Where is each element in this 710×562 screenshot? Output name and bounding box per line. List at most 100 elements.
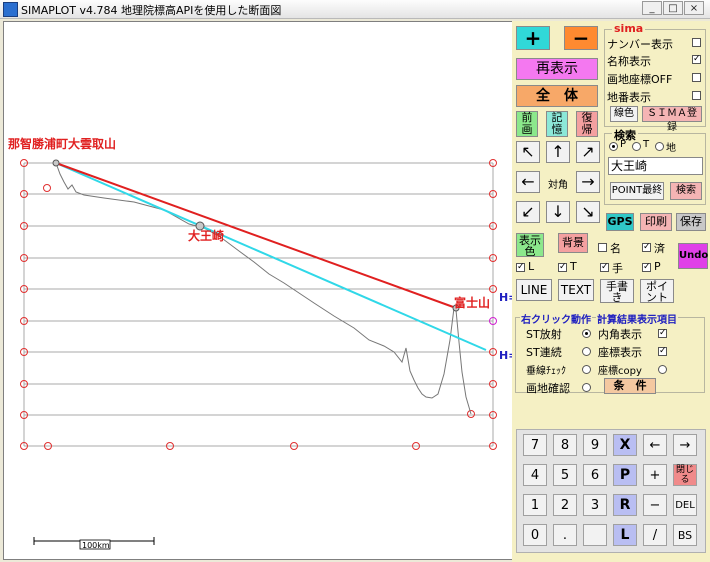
key-blank[interactable] (583, 524, 607, 546)
key-3[interactable]: 3 (583, 494, 607, 516)
pan-up-left-button[interactable]: ↖ (516, 141, 540, 163)
line-tool-button[interactable]: LINE (516, 279, 552, 301)
profile-svg: 那智勝浦町大雲取山 大王崎 富士山 H= H= 100km (8, 136, 513, 550)
search-radio-t[interactable] (632, 142, 641, 151)
key-plus[interactable]: + (643, 464, 667, 486)
layer-l-checkbox[interactable]: ✓ (516, 263, 525, 272)
pan-down-left-button[interactable]: ↙ (516, 201, 540, 223)
pan-down-button[interactable]: ↓ (546, 201, 570, 223)
app-icon (3, 2, 18, 17)
layer-name-checkbox[interactable] (598, 243, 607, 252)
point-last-button[interactable]: POINT最終 (610, 182, 664, 200)
h-marker-label-1: H= (499, 291, 513, 304)
key-left-arrow[interactable]: ← (643, 434, 667, 456)
key-close[interactable]: 閉じる (673, 464, 697, 486)
layer-label: 名 (610, 242, 621, 255)
pan-right-button[interactable]: → (576, 171, 600, 193)
maximize-button[interactable]: □ (663, 1, 683, 15)
undo-button[interactable]: Undo (678, 243, 708, 269)
layer-done-checkbox[interactable]: ✓ (642, 243, 651, 252)
key-minus[interactable]: − (643, 494, 667, 516)
key-8[interactable]: 8 (553, 434, 577, 456)
key-bs[interactable]: BS (673, 524, 697, 546)
rightclick-option-label: 画地確認 (526, 382, 570, 395)
key-dot[interactable]: . (553, 524, 577, 546)
memory-button[interactable]: 記憶 (546, 111, 568, 137)
key-del[interactable]: DEL (673, 494, 697, 516)
key-2[interactable]: 2 (553, 494, 577, 516)
layer-label: P (654, 260, 661, 273)
calc-inner-angle-checkbox[interactable]: ✓ (658, 329, 667, 338)
sima-lot-number-checkbox[interactable] (692, 91, 701, 100)
window-title: SIMAPLOT v4.784 地理院標高APIを使用した断面図 (21, 4, 282, 17)
search-button[interactable]: 検索 (670, 182, 702, 200)
display-color-button[interactable]: 表示色 (516, 233, 544, 257)
search-radio-label: 地 (666, 143, 676, 154)
layer-label: 済 (654, 242, 665, 255)
key-5[interactable]: 5 (553, 464, 577, 486)
redraw-button[interactable]: 再表示 (516, 58, 598, 80)
freehand-tool-button[interactable]: 手書き (600, 279, 634, 303)
key-l[interactable]: L (613, 524, 637, 546)
rightclick-radio-perpendicular[interactable] (582, 365, 591, 374)
rightclick-radio-st-continuous[interactable] (582, 347, 591, 356)
layer-t-checkbox[interactable]: ✓ (558, 263, 567, 272)
zoom-in-button[interactable]: + (516, 26, 550, 50)
text-tool-button[interactable]: TEXT (558, 279, 594, 301)
conditions-button[interactable]: 条 件 (604, 378, 656, 394)
key-r[interactable]: R (613, 494, 637, 516)
save-button[interactable]: 保存 (676, 213, 706, 231)
layer-p-checkbox[interactable]: ✓ (642, 263, 651, 272)
close-button[interactable]: × (684, 1, 704, 15)
title-bar: SIMAPLOT v4.784 地理院標高APIを使用した断面図 _ □ × (0, 0, 710, 19)
calc-option-label: 座標copy (598, 366, 642, 377)
line-color-button[interactable]: 線色 (610, 106, 638, 122)
key-4[interactable]: 4 (523, 464, 547, 486)
layer-hand-checkbox[interactable]: ✓ (600, 263, 609, 272)
restore-button[interactable]: 復帰 (576, 111, 598, 137)
start-label: 那智勝浦町大雲取山 (8, 136, 116, 151)
pan-down-right-button[interactable]: ↘ (576, 201, 600, 223)
zoom-out-button[interactable]: − (564, 26, 598, 50)
minimize-button[interactable]: _ (642, 1, 662, 15)
pan-left-button[interactable]: ← (516, 171, 540, 193)
grid-lines (23, 162, 494, 447)
layer-label: L (528, 260, 535, 273)
point-tool-button[interactable]: ポイント (640, 279, 674, 303)
key-0[interactable]: 0 (523, 524, 547, 546)
search-radio-p[interactable] (609, 142, 618, 151)
mid-label: 大王崎 (188, 228, 224, 243)
key-9[interactable]: 9 (583, 434, 607, 456)
rightclick-option-label: 垂線ﾁｪｯｸ (526, 366, 566, 377)
profile-canvas[interactable]: 那智勝浦町大雲取山 大王崎 富士山 H= H= 100km (3, 21, 514, 560)
gps-button[interactable]: GPS (606, 213, 634, 231)
background-button[interactable]: 背景 (558, 233, 588, 253)
key-p[interactable]: P (613, 464, 637, 486)
cyan-sight-line (55, 162, 487, 351)
rightclick-radio-lot-check[interactable] (582, 383, 591, 392)
sima-register-button[interactable]: ＳＩＭＡ登録 (642, 106, 702, 133)
key-x[interactable]: X (613, 434, 637, 456)
pan-up-button[interactable]: ↑ (546, 141, 570, 163)
sima-number-checkbox[interactable] (692, 38, 701, 47)
sima-option-label: 名称表示 (607, 55, 651, 68)
sima-coord-off-checkbox[interactable] (692, 73, 701, 82)
search-radio-chi[interactable] (655, 142, 664, 151)
print-button[interactable]: 印刷 (640, 213, 672, 231)
center-label: 対角 (548, 180, 568, 191)
key-right-arrow[interactable]: → (673, 434, 697, 456)
sima-option-label: ナンバー表示 (607, 38, 673, 51)
pan-up-right-button[interactable]: ↗ (576, 141, 600, 163)
calc-coord-copy-radio[interactable] (658, 365, 667, 374)
key-6[interactable]: 6 (583, 464, 607, 486)
key-1[interactable]: 1 (523, 494, 547, 516)
calc-coord-display-checkbox[interactable]: ✓ (658, 347, 667, 356)
rightclick-radio-st-radial[interactable] (582, 329, 591, 338)
key-slash[interactable]: / (643, 524, 667, 546)
key-7[interactable]: 7 (523, 434, 547, 456)
calc-option-label: 座標表示 (598, 346, 642, 359)
prev-view-button[interactable]: 前画 (516, 111, 538, 137)
whole-view-button[interactable]: 全 体 (516, 85, 598, 107)
search-input[interactable]: 大王崎 (608, 157, 703, 175)
sima-name-checkbox[interactable]: ✓ (692, 55, 701, 64)
